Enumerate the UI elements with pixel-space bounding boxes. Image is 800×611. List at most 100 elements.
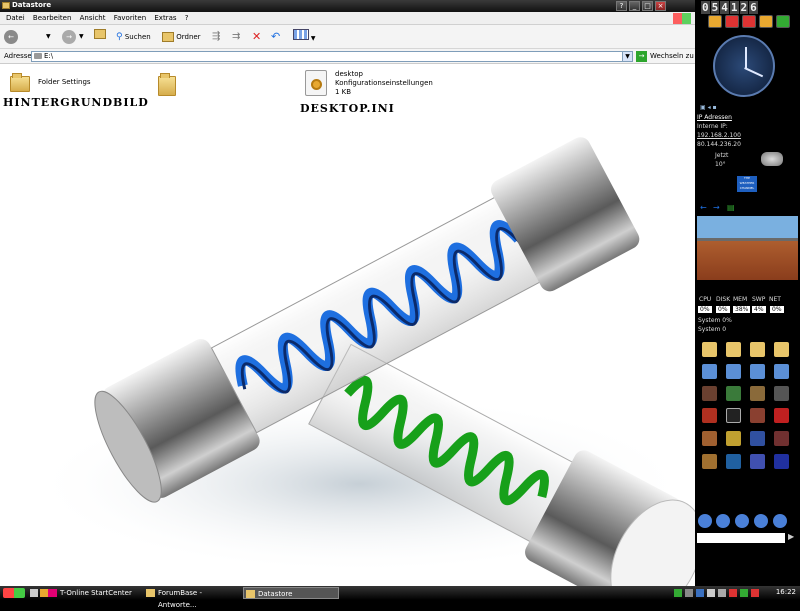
switch-user-icon[interactable] bbox=[776, 15, 790, 28]
folder-icon[interactable] bbox=[158, 73, 176, 96]
prev-arrow-icon[interactable]: ← bbox=[700, 203, 707, 212]
menu-bar: Datei Bearbeiten Ansicht Favoriten Extra… bbox=[0, 12, 695, 25]
game-icon[interactable] bbox=[702, 408, 717, 423]
menu-datei[interactable]: Datei bbox=[6, 12, 25, 25]
address-label: Adresse bbox=[4, 52, 32, 60]
game-icon[interactable] bbox=[726, 431, 741, 446]
drive-icon[interactable] bbox=[702, 364, 717, 379]
media-prev-icon[interactable] bbox=[698, 514, 712, 528]
game-icon[interactable] bbox=[702, 431, 717, 446]
weather-temp: 10° bbox=[715, 161, 726, 168]
address-dropdown[interactable]: ▼ bbox=[622, 51, 633, 62]
media-next-icon[interactable] bbox=[773, 514, 787, 528]
restart-icon[interactable] bbox=[742, 15, 756, 28]
key-icon[interactable] bbox=[708, 15, 722, 28]
tray-icon[interactable] bbox=[674, 589, 682, 597]
folder-icon[interactable] bbox=[726, 342, 741, 357]
weather-channel-logo[interactable]: THE WEATHER CHANNEL bbox=[737, 176, 757, 192]
forward-arrow-icon: → bbox=[62, 30, 76, 44]
search-icon: ⚲ bbox=[116, 32, 123, 42]
game-icon[interactable] bbox=[774, 454, 789, 469]
file-name[interactable]: Folder Settings bbox=[38, 78, 91, 86]
back-dropdown[interactable]: ▼ bbox=[46, 29, 51, 45]
forward-button[interactable]: → bbox=[62, 29, 76, 45]
ip-internal[interactable]: 192.168.2.100 bbox=[697, 132, 741, 139]
forward-dropdown[interactable]: ▼ bbox=[79, 29, 84, 45]
drive-icon[interactable] bbox=[774, 364, 789, 379]
folder-icon[interactable] bbox=[702, 342, 717, 357]
game-icon[interactable] bbox=[750, 431, 765, 446]
tray-clock[interactable]: 16:22 bbox=[776, 588, 796, 596]
menu-ansicht[interactable]: Ansicht bbox=[80, 12, 106, 25]
clock-digit: 4 bbox=[720, 1, 729, 14]
media-pause-icon[interactable] bbox=[735, 514, 749, 528]
digital-clock: 054126 bbox=[701, 1, 759, 14]
tonline-icon bbox=[48, 589, 57, 597]
folder-settings-icon[interactable] bbox=[10, 73, 30, 92]
game-icon[interactable] bbox=[726, 454, 741, 469]
quicklaunch-icon[interactable] bbox=[30, 589, 38, 597]
game-icon[interactable] bbox=[702, 454, 717, 469]
search-go-icon[interactable]: ▶ bbox=[788, 532, 794, 541]
folders-button[interactable]: Ordner bbox=[162, 29, 201, 45]
tray-icon[interactable] bbox=[729, 589, 737, 597]
desktop-sidebar: 054126 ▣ ◂ ▪ IP Adressen Interne IP: 192… bbox=[695, 0, 800, 586]
views-button[interactable]: ▼ bbox=[293, 29, 316, 45]
lock-icon[interactable] bbox=[759, 15, 773, 28]
game-icon[interactable] bbox=[774, 386, 789, 401]
search-button[interactable]: ⚲ Suchen bbox=[116, 29, 151, 45]
search-box[interactable] bbox=[697, 533, 785, 543]
close-button[interactable]: × bbox=[655, 1, 666, 11]
game-icon[interactable] bbox=[750, 454, 765, 469]
address-field[interactable]: E:\ bbox=[31, 51, 633, 62]
volume-icon[interactable] bbox=[718, 589, 726, 597]
back-button[interactable]: ← bbox=[4, 29, 18, 45]
folder-icon[interactable] bbox=[774, 342, 789, 357]
restore-button[interactable]: □ bbox=[642, 1, 653, 11]
tray-icon[interactable] bbox=[740, 589, 748, 597]
file-type: Konfigurationseinstellungen bbox=[335, 79, 433, 87]
go-button[interactable]: → Wechseln zu bbox=[636, 51, 694, 62]
game-icon[interactable] bbox=[750, 386, 765, 401]
undo-button[interactable]: ↶ bbox=[271, 29, 280, 45]
up-folder-button[interactable] bbox=[94, 29, 106, 45]
drive-icon[interactable] bbox=[750, 364, 765, 379]
game-icon[interactable] bbox=[774, 431, 789, 446]
copy-to-button[interactable]: ⇉ bbox=[232, 29, 240, 45]
task-label: T-Online StartCenter bbox=[60, 589, 132, 597]
tray-icon[interactable] bbox=[707, 589, 715, 597]
start-button[interactable] bbox=[3, 588, 25, 598]
tray-icon[interactable] bbox=[751, 589, 759, 597]
menu-bearbeiten[interactable]: Bearbeiten bbox=[33, 12, 71, 25]
tray-icon[interactable] bbox=[685, 589, 693, 597]
drive-icon[interactable] bbox=[726, 364, 741, 379]
task-datastore[interactable]: Datastore bbox=[243, 587, 339, 599]
delete-button[interactable]: ✕ bbox=[252, 29, 261, 45]
power-icon[interactable] bbox=[725, 15, 739, 28]
task-forumbase[interactable]: ForumBase - Antworte... bbox=[144, 587, 240, 609]
page-icon[interactable]: ▤ bbox=[727, 203, 735, 212]
game-icon[interactable] bbox=[702, 386, 717, 401]
file-name[interactable]: desktop bbox=[335, 70, 363, 78]
wallpaper-tubes-image bbox=[30, 137, 695, 586]
title-bar[interactable]: Datastore ? _ □ × bbox=[0, 0, 695, 12]
menu-favoriten[interactable]: Favoriten bbox=[114, 12, 146, 25]
config-file-icon[interactable] bbox=[305, 70, 327, 96]
game-icon[interactable] bbox=[750, 408, 765, 423]
media-play-icon[interactable] bbox=[716, 514, 730, 528]
task-tonline[interactable]: T-Online StartCenter bbox=[46, 587, 142, 599]
folder-icon[interactable] bbox=[750, 342, 765, 357]
search-label: Suchen bbox=[124, 33, 151, 41]
next-arrow-icon[interactable]: → bbox=[713, 203, 720, 212]
undo-icon: ↶ bbox=[271, 30, 281, 43]
game-icon[interactable] bbox=[726, 408, 741, 423]
move-to-button[interactable]: ⇶ bbox=[212, 29, 220, 45]
menu-extras[interactable]: Extras bbox=[154, 12, 176, 25]
game-icon[interactable] bbox=[726, 386, 741, 401]
tray-icon[interactable] bbox=[696, 589, 704, 597]
game-icon[interactable] bbox=[774, 408, 789, 423]
media-stop-icon[interactable] bbox=[754, 514, 768, 528]
minimize-button[interactable]: _ bbox=[629, 1, 640, 11]
menu-help[interactable]: ? bbox=[185, 12, 189, 25]
help-button[interactable]: ? bbox=[616, 1, 627, 11]
